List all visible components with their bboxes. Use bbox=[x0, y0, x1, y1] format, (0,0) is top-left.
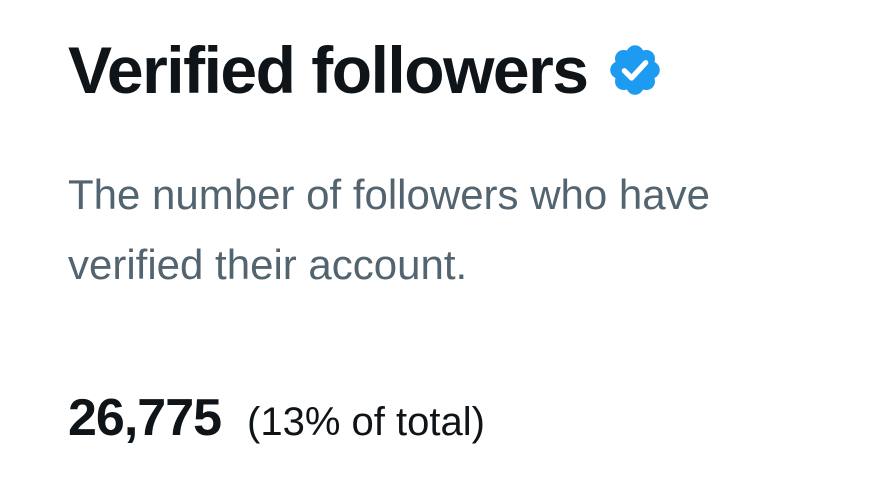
verified-followers-share: (13% of total) bbox=[247, 400, 485, 444]
page-title: Verified followers bbox=[68, 33, 589, 107]
verified-followers-count: 26,775 bbox=[68, 389, 222, 447]
stat-row: 26,775 (13% of total) bbox=[68, 388, 485, 448]
verified-badge-icon bbox=[609, 45, 660, 95]
verified-followers-card: Verified followers The number of followe… bbox=[0, 0, 892, 502]
title-row: Verified followers bbox=[68, 30, 664, 110]
description-text: The number of followers who have verifie… bbox=[68, 171, 710, 288]
